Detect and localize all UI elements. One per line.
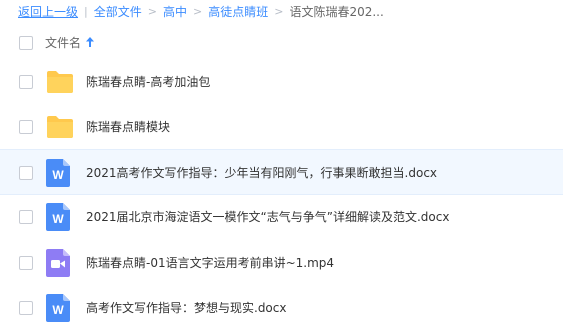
file-row[interactable]: 陈瑞春点睛模块 xyxy=(0,104,563,150)
svg-text:W: W xyxy=(52,168,64,182)
file-name[interactable]: 高考作文写作指导：梦想与现实.docx xyxy=(86,299,286,316)
file-name[interactable]: 2021高考作文写作指导：少年当有阳刚气，行事果断敢担当.docx xyxy=(86,164,437,181)
breadcrumb-item-class[interactable]: 高徒点睛班 xyxy=(208,3,268,20)
column-header-label: 文件名 xyxy=(45,36,82,50)
word-doc-icon: W xyxy=(46,294,72,322)
word-doc-icon: W xyxy=(46,203,72,231)
file-row[interactable]: W 2021高考作文写作指导：少年当有阳刚气，行事果断敢担当.docx xyxy=(0,149,563,195)
row-checkbox[interactable] xyxy=(19,210,33,224)
file-row[interactable]: 陈瑞春点睛-01语言文字运用考前串讲~1.mp4 xyxy=(0,240,563,286)
svg-text:W: W xyxy=(52,303,64,317)
video-file-icon xyxy=(46,249,72,277)
folder-icon xyxy=(46,113,73,141)
breadcrumb-separator: > xyxy=(147,4,157,18)
file-name[interactable]: 陈瑞春点睛-01语言文字运用考前串讲~1.mp4 xyxy=(86,254,334,271)
row-checkbox[interactable] xyxy=(19,75,33,89)
breadcrumb-separator: | xyxy=(84,4,88,18)
file-name[interactable]: 陈瑞春点睛模块 xyxy=(86,118,170,135)
svg-text:W: W xyxy=(52,212,64,226)
row-checkbox[interactable] xyxy=(19,166,33,180)
row-checkbox[interactable] xyxy=(19,120,33,134)
file-row[interactable]: W 高考作文写作指导：梦想与现实.docx xyxy=(0,285,563,331)
folder-icon xyxy=(46,68,73,96)
breadcrumb-separator: > xyxy=(192,4,203,18)
breadcrumb-item-all-files[interactable]: 全部文件 xyxy=(94,3,142,20)
file-name[interactable]: 2021届北京市海淀语文一模作文“志气与争气”详细解读及范文.docx xyxy=(86,208,449,225)
breadcrumb: 返回上一级 | 全部文件 > 高中 > 高徒点睛班 > 语文陈瑞春202... xyxy=(18,3,384,19)
breadcrumb-item-high-school[interactable]: 高中 xyxy=(163,3,187,20)
file-row[interactable]: W 2021届北京市海淀语文一模作文“志气与争气”详细解读及范文.docx xyxy=(0,194,563,240)
column-header-name[interactable]: 文件名 xyxy=(45,34,95,51)
breadcrumb-current: 语文陈瑞春202... xyxy=(289,4,384,19)
select-all-checkbox[interactable] xyxy=(19,36,33,50)
arrow-up-icon xyxy=(86,36,95,49)
row-checkbox[interactable] xyxy=(19,301,33,315)
word-doc-icon: W xyxy=(46,159,72,187)
file-name[interactable]: 陈瑞春点睛-高考加油包 xyxy=(86,73,210,90)
row-checkbox[interactable] xyxy=(19,256,33,270)
file-row[interactable]: 陈瑞春点睛-高考加油包 xyxy=(0,59,563,105)
breadcrumb-separator: > xyxy=(274,4,284,18)
back-link[interactable]: 返回上一级 xyxy=(18,3,78,20)
file-list-header: 文件名 xyxy=(0,29,563,55)
